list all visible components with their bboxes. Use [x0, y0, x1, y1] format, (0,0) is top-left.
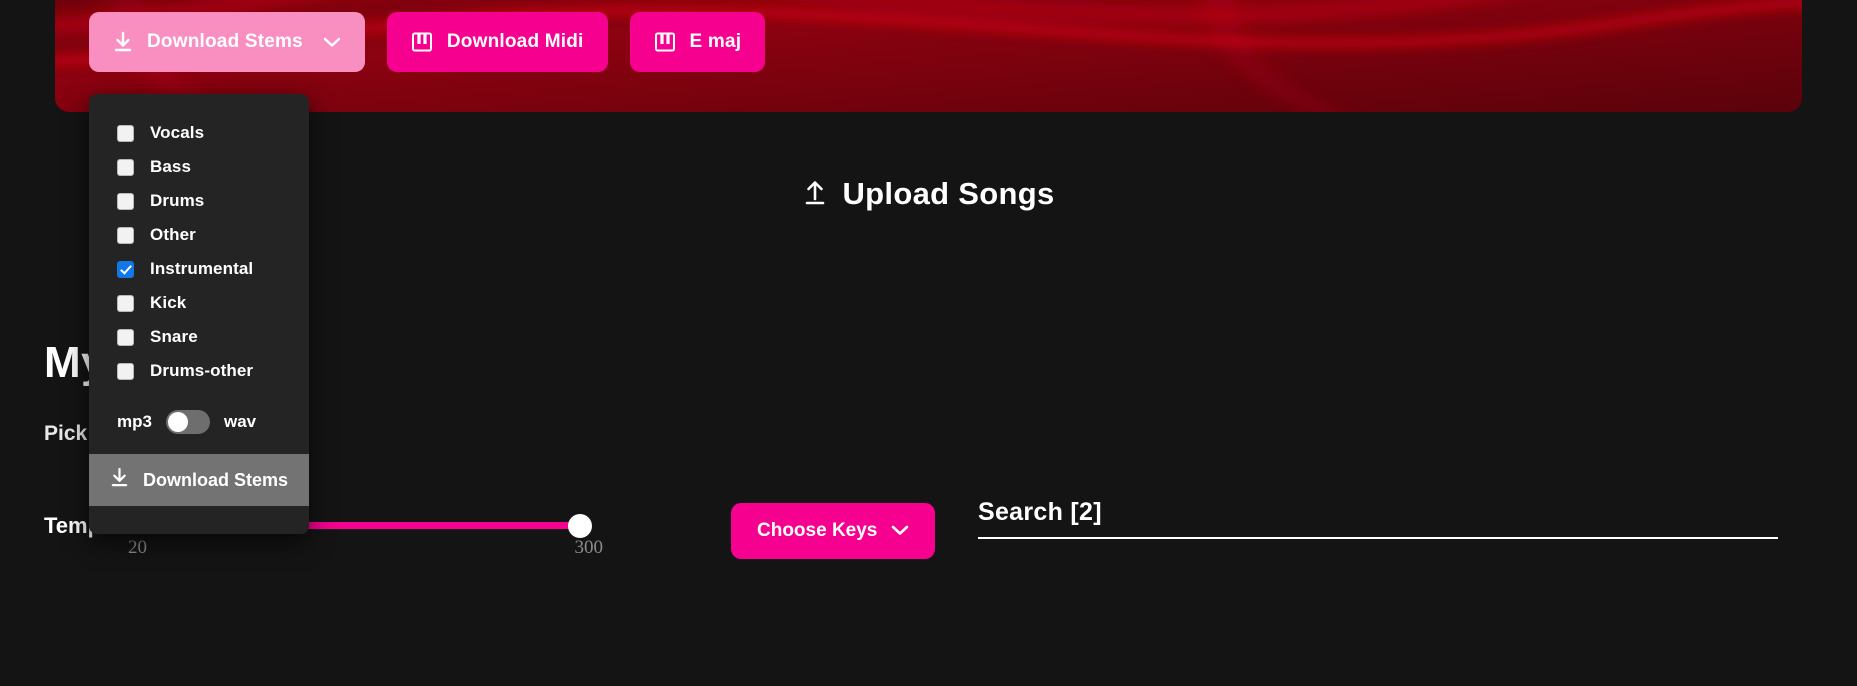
checkbox-instrumental[interactable]: [117, 260, 134, 278]
stem-option-bass[interactable]: Bass: [89, 150, 309, 184]
stem-option-label: Kick: [150, 293, 187, 312]
download-midi-label: Download Midi: [446, 31, 584, 52]
stem-option-drums-other[interactable]: Drums-other: [89, 354, 309, 388]
stem-option-label: Other: [150, 225, 196, 244]
stem-option-instrumental[interactable]: Instrumental: [89, 252, 309, 286]
stem-option-label: Vocals: [150, 123, 205, 142]
format-toggle-knob: [167, 412, 188, 432]
choose-keys-label: Choose Keys: [757, 520, 878, 541]
dropdown-download-stems-button[interactable]: Download Stems: [89, 454, 309, 506]
tempo-slider-thumb[interactable]: [568, 513, 592, 538]
piano-icon: [654, 31, 676, 53]
stem-option-drums[interactable]: Drums: [89, 184, 309, 218]
stem-option-snare[interactable]: Snare: [89, 320, 309, 354]
upload-icon: [803, 178, 827, 211]
checkbox-drums[interactable]: [117, 192, 134, 210]
stem-option-vocals[interactable]: Vocals: [89, 116, 309, 150]
tempo-min-label: 20: [128, 537, 147, 558]
upload-songs-label: Upload Songs: [842, 176, 1055, 211]
song-key-label: E maj: [689, 31, 742, 52]
format-toggle-row: mp3 wav: [89, 388, 309, 454]
checkbox-snare[interactable]: [117, 328, 134, 346]
stem-option-kick[interactable]: Kick: [89, 286, 309, 320]
download-icon: [110, 467, 129, 493]
checkbox-other[interactable]: [117, 226, 134, 244]
search-field[interactable]: Search [2]: [978, 498, 1778, 539]
checkbox-bass[interactable]: [117, 158, 134, 176]
stem-option-label: Drums-other: [150, 361, 254, 380]
format-wav-label: wav: [223, 412, 257, 431]
stems-dropdown-panel: Vocals Bass Drums Other Instrumental Kic…: [89, 94, 309, 534]
stem-option-label: Instrumental: [150, 259, 254, 278]
chevron-down-icon: [323, 36, 341, 48]
checkbox-kick[interactable]: [117, 294, 134, 312]
download-stems-button[interactable]: Download Stems: [89, 12, 365, 72]
checkbox-drums-other[interactable]: [117, 362, 134, 380]
search-input[interactable]: Search [2]: [978, 498, 1778, 537]
download-stems-label: Download Stems: [147, 31, 303, 52]
stem-option-label: Snare: [150, 327, 198, 346]
download-midi-button[interactable]: Download Midi: [386, 12, 608, 72]
piano-icon: [411, 31, 433, 53]
format-mp3-label: mp3: [117, 412, 152, 431]
banner-actions: Download Stems Download Midi E maj: [89, 12, 766, 72]
stem-option-label: Bass: [150, 157, 192, 176]
choose-keys-button[interactable]: Choose Keys: [731, 503, 936, 559]
search-underline: [978, 537, 1778, 539]
checkbox-vocals[interactable]: [117, 124, 134, 142]
tempo-range-labels: 20 300: [128, 537, 603, 563]
download-icon: [113, 31, 133, 53]
dropdown-download-stems-label: Download Stems: [142, 469, 289, 490]
dropdown-footer-spacer: [89, 506, 309, 534]
tempo-max-label: 300: [574, 537, 604, 558]
chevron-down-icon: [891, 520, 909, 542]
stem-option-other[interactable]: Other: [89, 218, 309, 252]
format-toggle[interactable]: [165, 410, 210, 434]
song-key-button[interactable]: E maj: [629, 12, 766, 72]
stem-option-label: Drums: [150, 191, 205, 210]
